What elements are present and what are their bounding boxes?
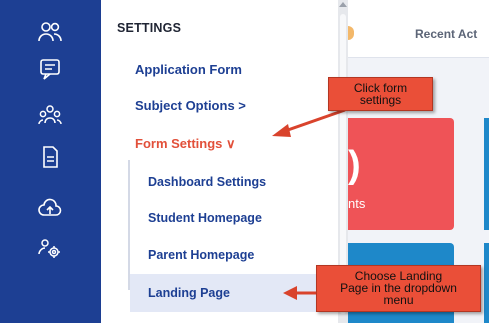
sub-parent-homepage[interactable]: Parent Homepage [148,248,254,262]
stat-card-blue-edge[interactable] [484,118,489,230]
callout-line: settings [359,93,402,107]
admin-users-icon[interactable] [38,238,62,260]
nav-application-form[interactable]: Application Form [135,62,242,77]
settings-title: SETTINGS [117,21,182,35]
stat-card-blue-edge-2[interactable] [484,243,489,323]
nav-form-settings[interactable]: Form Settings ∨ [135,136,236,152]
nav-label: Subject Options [135,98,235,113]
tab-recent-activity[interactable]: Recent Act [415,27,477,41]
sub-landing-page[interactable]: Landing Page [148,286,230,300]
stat-card-number: ) [348,144,361,186]
stat-card-label: nts [348,196,366,211]
stat-card-red[interactable]: ) nts [348,118,454,230]
sub-student-homepage[interactable]: Student Homepage [148,211,262,225]
group-icon[interactable] [38,104,62,126]
chat-icon[interactable] [38,58,62,80]
users-icon[interactable] [38,21,62,43]
sub-dashboard-settings[interactable]: Dashboard Settings [148,175,266,189]
nav-label: Application Form [135,62,242,77]
chevron-right-icon: > [238,98,246,113]
nav-label: Form Settings [135,136,223,151]
callout-click-form-settings: Click form settings [328,77,433,111]
chevron-down-icon: ∨ [226,136,236,151]
icon-rail [0,0,101,323]
callout-line: menu [383,293,414,307]
cloud-upload-icon[interactable] [38,198,62,220]
nav-subject-options[interactable]: Subject Options > [135,98,246,113]
submenu-line [128,160,130,290]
document-icon[interactable] [38,146,62,168]
callout-choose-landing-page: Choose Landing Page in the dropdown menu [316,265,481,312]
scroll-up-icon[interactable] [339,2,347,7]
